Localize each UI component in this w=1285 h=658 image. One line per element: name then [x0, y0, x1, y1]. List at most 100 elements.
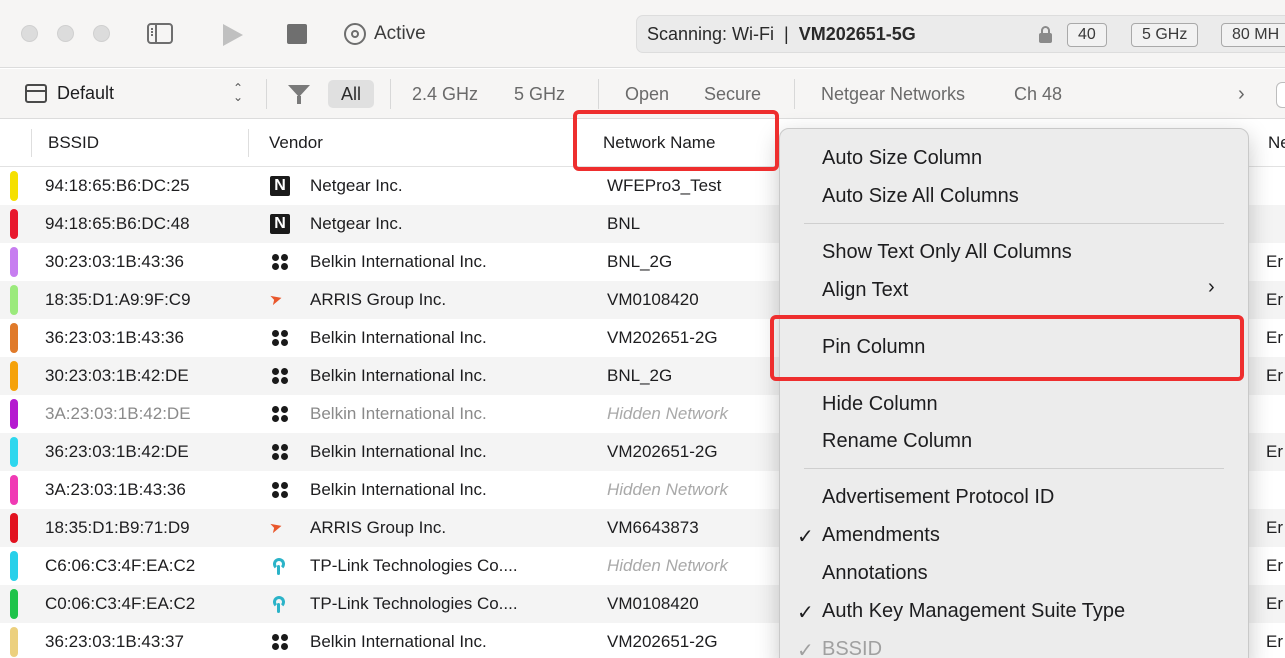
divider	[794, 79, 795, 109]
network-name-cell: VM6643873	[607, 518, 699, 537]
minimize-window-button[interactable]	[57, 25, 74, 42]
play-icon[interactable]	[223, 24, 243, 46]
network-color-swatch	[10, 437, 18, 467]
partial-column-cell: Er	[1266, 328, 1283, 347]
vendor-cell: Netgear Inc.	[310, 214, 403, 233]
partial-column-cell: Er	[1266, 594, 1283, 613]
vendor-cell: TP-Link Technologies Co....	[310, 594, 518, 613]
menu-item-column-toggle[interactable]: Amendments	[822, 524, 940, 547]
checkmark-icon: ✓	[797, 526, 814, 548]
partial-column-cell: Er	[1266, 290, 1283, 309]
channel-chip: 40	[1067, 23, 1107, 47]
filter-all[interactable]: All	[328, 80, 374, 108]
lock-icon	[1039, 26, 1052, 43]
network-color-swatch	[10, 209, 18, 239]
menu-item-auto-size-column[interactable]: Auto Size Column	[822, 147, 982, 170]
tplink-logo-icon	[270, 556, 290, 576]
filter-open[interactable]: Open	[625, 84, 669, 105]
close-window-button[interactable]	[21, 25, 38, 42]
filter-netgear-networks[interactable]: Netgear Networks	[821, 84, 965, 105]
bssid-cell: 94:18:65:B6:DC:48	[45, 214, 190, 233]
belkin-logo-icon	[270, 252, 290, 272]
network-name-cell: BNL_2G	[607, 252, 673, 271]
network-color-swatch	[10, 513, 18, 543]
network-color-swatch	[10, 247, 18, 277]
partial-column-cell: Er	[1266, 556, 1283, 575]
arris-logo-icon	[270, 518, 290, 538]
divider	[266, 79, 267, 109]
bssid-cell: C6:06:C3:4F:EA:C2	[45, 556, 196, 575]
scan-network-name: VM202651-5G	[798, 24, 916, 44]
zoom-window-button[interactable]	[93, 25, 110, 42]
network-name-cell: BNL_2G	[607, 366, 673, 385]
preset-stepper-icon[interactable]: ⌃ ⌄	[233, 82, 243, 103]
menu-item-column-toggle: BSSID	[822, 638, 883, 658]
vendor-cell: Belkin International Inc.	[310, 404, 487, 423]
network-color-swatch	[10, 323, 18, 353]
stop-icon[interactable]	[287, 24, 307, 44]
bssid-cell: 3A:23:03:1B:42:DE	[45, 404, 191, 423]
partial-column-cell: Er	[1266, 632, 1283, 651]
network-name-cell: Hidden Network	[607, 556, 728, 575]
arris-logo-icon	[270, 290, 290, 310]
network-name-cell: VM202651-2G	[607, 632, 718, 651]
partial-column-cell: Er	[1266, 252, 1283, 271]
netgear-logo-icon: N	[270, 214, 290, 234]
band-chip: 5 GHz	[1131, 23, 1199, 47]
vendor-cell: Belkin International Inc.	[310, 480, 487, 499]
scan-info-prefix: Scanning: Wi-Fi |	[647, 24, 799, 44]
menu-item-column-toggle[interactable]: Annotations	[822, 562, 928, 585]
vendor-cell: Belkin International Inc.	[310, 328, 487, 347]
filter-2-4ghz[interactable]: 2.4 GHz	[412, 84, 478, 105]
preset-icon	[25, 84, 47, 103]
vendor-cell: Belkin International Inc.	[310, 632, 487, 651]
column-divider[interactable]	[31, 129, 32, 157]
chevron-right-icon[interactable]: ›	[1238, 83, 1245, 106]
filter-secure[interactable]: Secure	[704, 84, 761, 105]
search-field-edge[interactable]	[1276, 82, 1285, 108]
divider	[598, 79, 599, 109]
tplink-logo-icon	[270, 594, 290, 614]
bssid-cell: 30:23:03:1B:43:36	[45, 252, 184, 271]
bssid-cell: 18:35:D1:A9:9F:C9	[45, 290, 191, 309]
preset-selector[interactable]: Default	[57, 83, 114, 104]
menu-item-hide-column[interactable]: Hide Column	[822, 393, 938, 416]
menu-item-column-toggle[interactable]: Auth Key Management Suite Type	[822, 600, 1125, 623]
scan-status[interactable]: Active	[344, 22, 426, 46]
target-icon	[344, 23, 366, 45]
width-chip: 80 MH	[1221, 23, 1285, 47]
network-color-swatch	[10, 285, 18, 315]
belkin-logo-icon	[270, 366, 290, 386]
network-name-cell: WFEPro3_Test	[607, 176, 722, 195]
sidebar-toggle-icon[interactable]	[147, 23, 173, 44]
column-header-partial[interactable]: Ne	[1268, 133, 1285, 153]
menu-item-show-text-only[interactable]: Show Text Only All Columns	[822, 241, 1072, 264]
menu-separator	[804, 468, 1224, 469]
filter-5ghz[interactable]: 5 GHz	[514, 84, 565, 105]
network-color-swatch	[10, 627, 18, 657]
partial-column-cell: Er	[1266, 442, 1283, 461]
menu-item-rename-column[interactable]: Rename Column	[822, 430, 972, 453]
filter-icon[interactable]	[288, 85, 310, 104]
submenu-chevron-icon: ›	[1208, 276, 1215, 298]
scan-status-label: Active	[374, 23, 426, 44]
netgear-logo-icon: N	[270, 176, 290, 196]
menu-item-align-text[interactable]: Align Text	[822, 279, 908, 302]
filter-channel-48[interactable]: Ch 48	[1014, 84, 1062, 105]
network-color-swatch	[10, 589, 18, 619]
vendor-cell: ARRIS Group Inc.	[310, 290, 447, 309]
highlight-pin-column	[770, 315, 1244, 381]
column-divider[interactable]	[248, 129, 249, 157]
network-color-swatch	[10, 399, 18, 429]
network-name-cell: VM0108420	[607, 594, 699, 613]
bssid-cell: 36:23:03:1B:42:DE	[45, 442, 189, 461]
menu-separator	[804, 223, 1224, 224]
menu-item-column-toggle[interactable]: Advertisement Protocol ID	[822, 486, 1054, 509]
partial-column-cell: Er	[1266, 366, 1283, 385]
network-name-cell: VM202651-2G	[607, 328, 718, 347]
column-header-vendor[interactable]: Vendor	[269, 133, 323, 153]
checkmark-icon: ✓	[797, 640, 814, 658]
belkin-logo-icon	[270, 632, 290, 652]
column-header-bssid[interactable]: BSSID	[48, 133, 99, 153]
menu-item-auto-size-all-columns[interactable]: Auto Size All Columns	[822, 185, 1019, 208]
